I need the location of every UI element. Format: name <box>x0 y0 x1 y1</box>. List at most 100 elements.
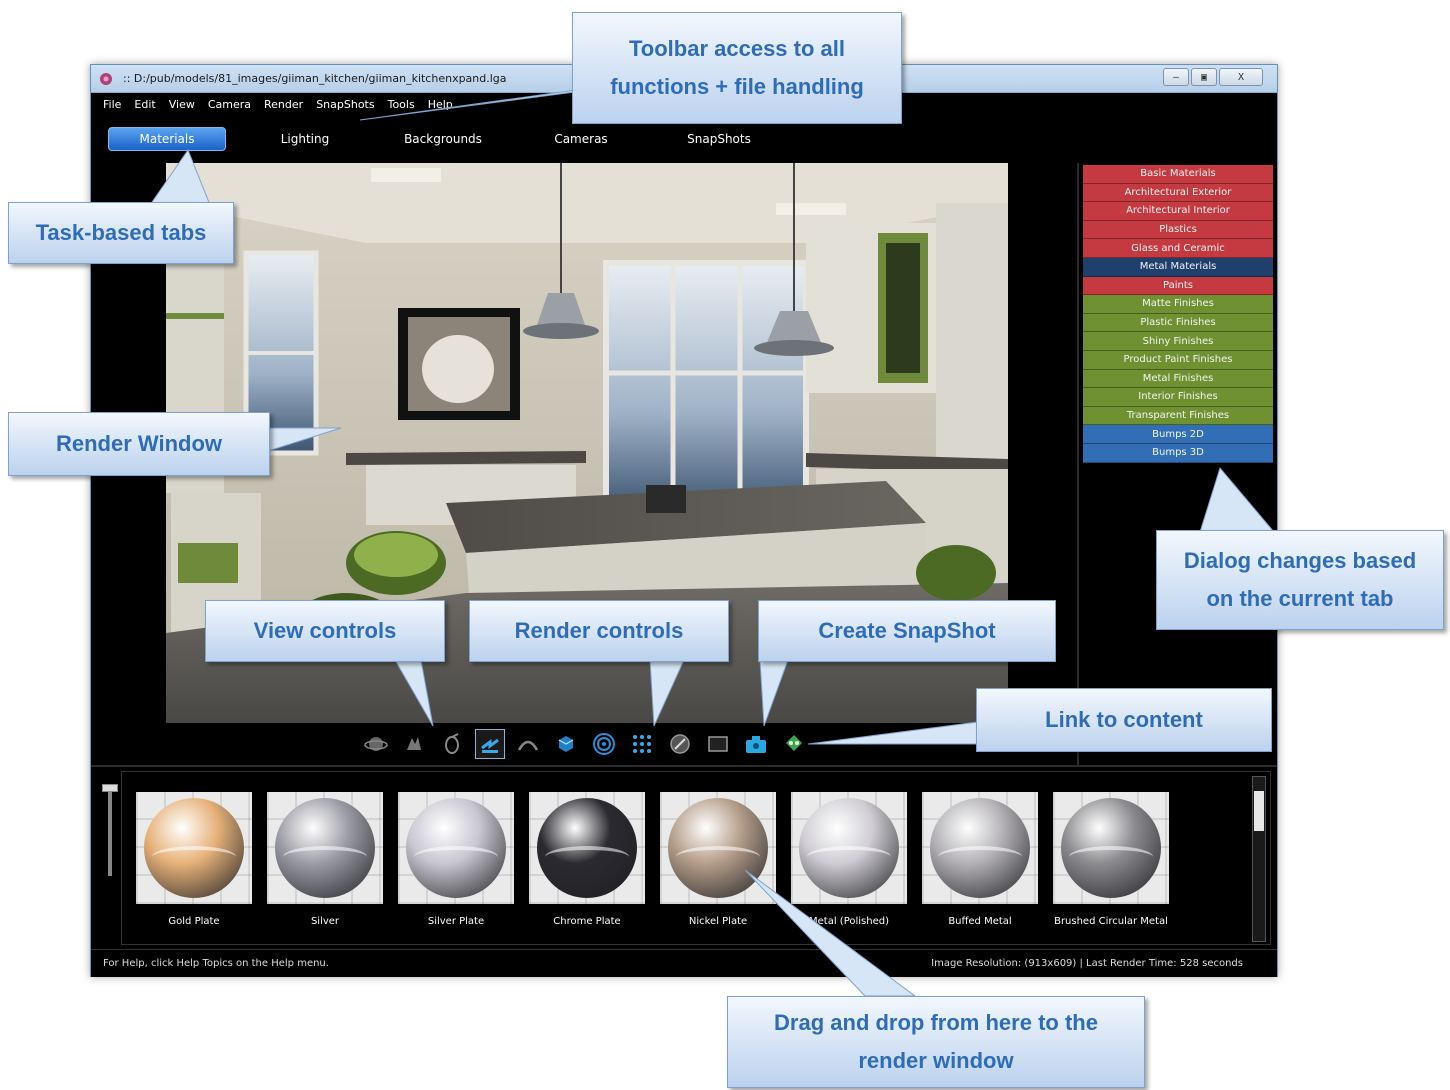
material-swatch[interactable]: Gold Plate <box>136 792 252 927</box>
material-preview[interactable] <box>398 792 514 904</box>
callout-tabs: Task-based tabs <box>8 202 234 264</box>
category-item[interactable]: Basic Materials <box>1083 165 1273 184</box>
tab-snapshots[interactable]: SnapShots <box>660 127 778 151</box>
callout-render-window-tail <box>264 427 342 453</box>
category-item[interactable]: Metal Materials <box>1083 257 1273 277</box>
thumbnail-size-slider-track[interactable] <box>108 786 112 876</box>
material-label: Silver <box>310 916 340 927</box>
minimize-button[interactable]: — <box>1163 68 1189 86</box>
callout-toolbar-line1: Toolbar access to all <box>628 36 845 61</box>
menu-view[interactable]: View <box>169 98 195 111</box>
callout-render-controls: Render controls <box>469 600 729 662</box>
callout-dialog-line1: Dialog changes based <box>1183 548 1417 573</box>
callout-link-content-label: Link to content <box>1045 707 1203 732</box>
callout-render-controls-label: Render controls <box>514 618 684 643</box>
restore-button[interactable]: ▣ <box>1191 68 1217 86</box>
orbit-tool[interactable] <box>361 729 391 759</box>
category-item[interactable]: Interior Finishes <box>1083 388 1273 407</box>
snapshot-icon <box>746 736 766 753</box>
cube-tool[interactable] <box>551 729 581 759</box>
task-tabs: Materials Lighting Backgrounds Cameras S… <box>91 123 1277 155</box>
menu-camera[interactable]: Camera <box>208 98 251 111</box>
tab-materials[interactable]: Materials <box>108 127 226 151</box>
category-item[interactable]: Metal Finishes <box>1083 369 1273 389</box>
callout-create-snapshot-tail <box>759 659 789 727</box>
arc-tool[interactable] <box>513 729 543 759</box>
callout-create-snapshot: Create SnapShot <box>758 600 1056 662</box>
close-button[interactable]: X <box>1219 68 1263 86</box>
cube-icon <box>558 736 574 752</box>
callout-drag-drop: Drag and drop from here to the render wi… <box>727 996 1145 1088</box>
material-label: Buffed Metal <box>948 916 1012 927</box>
callout-dialog: Dialog changes based on the current tab <box>1156 530 1444 630</box>
link-content-tool[interactable] <box>779 729 809 759</box>
select-tool[interactable] <box>475 729 505 759</box>
category-item[interactable]: Glass and Ceramic <box>1083 239 1273 258</box>
material-label: Chrome Plate <box>553 916 621 927</box>
category-item[interactable]: Plastics <box>1083 220 1273 240</box>
material-swatch[interactable]: Buffed Metal <box>922 792 1038 927</box>
category-item[interactable]: Product Paint Finishes <box>1083 350 1273 370</box>
thumbnail-size-slider[interactable] <box>102 784 118 792</box>
frame-icon <box>708 736 728 752</box>
category-item[interactable]: Shiny Finishes <box>1083 332 1273 351</box>
orbit-icon <box>364 737 388 751</box>
arc-icon <box>517 740 539 751</box>
tab-backgrounds[interactable]: Backgrounds <box>384 127 502 151</box>
material-swatch[interactable]: Silver <box>267 792 383 927</box>
category-item[interactable]: Plastic Finishes <box>1083 313 1273 333</box>
category-item[interactable]: Transparent Finishes <box>1083 406 1273 426</box>
category-item[interactable]: Architectural Interior <box>1083 202 1273 221</box>
callout-render-window-label: Render Window <box>55 431 223 456</box>
snapshot-tool[interactable] <box>741 729 771 759</box>
browser-scrollbar[interactable] <box>1252 776 1266 942</box>
material-label: Gold Plate <box>168 916 220 927</box>
callout-view-controls-tail <box>394 659 434 727</box>
category-item[interactable]: Matte Finishes <box>1083 295 1273 314</box>
category-item[interactable]: Bumps 3D <box>1083 443 1273 463</box>
category-item[interactable]: Paints <box>1083 276 1273 296</box>
grid-tool[interactable] <box>627 729 657 759</box>
sphere-highlight <box>545 846 629 868</box>
material-preview[interactable] <box>922 792 1038 904</box>
target-tool[interactable] <box>589 729 619 759</box>
compass-icon <box>670 734 690 754</box>
material-swatches: Gold Plate Silver Silver Plate Chrome Plate… <box>136 792 1169 927</box>
material-swatch[interactable]: Brushed Circular Metal <box>1053 792 1169 927</box>
pan-icon <box>407 737 421 750</box>
frame-tool[interactable] <box>703 729 733 759</box>
sphere-highlight <box>938 846 1022 868</box>
tab-lighting[interactable]: Lighting <box>246 127 364 151</box>
link-icon <box>786 735 802 751</box>
sphere-highlight <box>1069 846 1153 868</box>
menu-render[interactable]: Render <box>264 98 303 111</box>
pan-tool[interactable] <box>399 729 429 759</box>
callout-render-window: Render Window <box>8 412 270 476</box>
material-label: Brushed Circular Metal <box>1054 916 1168 927</box>
render-icon-toolbar <box>361 725 809 763</box>
zoom-tool[interactable] <box>437 729 467 759</box>
material-swatch[interactable]: Silver Plate <box>398 792 514 927</box>
category-item[interactable]: Architectural Exterior <box>1083 183 1273 203</box>
tab-cameras[interactable]: Cameras <box>522 127 640 151</box>
target-icon <box>593 733 615 755</box>
compass-tool[interactable] <box>665 729 695 759</box>
material-label: Silver Plate <box>427 916 485 927</box>
menu-file[interactable]: File <box>103 98 121 111</box>
menu-edit[interactable]: Edit <box>134 98 155 111</box>
material-preview[interactable] <box>1053 792 1169 904</box>
material-preview[interactable] <box>267 792 383 904</box>
material-browser: Gold Plate Silver Silver Plate Chrome Plate… <box>102 771 1271 945</box>
zoom-icon <box>445 733 459 754</box>
material-preview[interactable] <box>529 792 645 904</box>
callout-tabs-tail <box>149 148 211 206</box>
callout-view-controls-label: View controls <box>253 618 397 643</box>
select-icon <box>481 738 499 753</box>
material-swatch[interactable]: Chrome Plate <box>529 792 645 927</box>
category-item[interactable]: Bumps 2D <box>1083 425 1273 444</box>
app-logo-icon <box>100 73 112 85</box>
material-preview[interactable] <box>136 792 252 904</box>
scrollbar-thumb[interactable] <box>1254 791 1264 831</box>
status-bar: For Help, click Help Topics on the Help … <box>91 949 1277 977</box>
callout-link-content: Link to content <box>976 688 1272 752</box>
